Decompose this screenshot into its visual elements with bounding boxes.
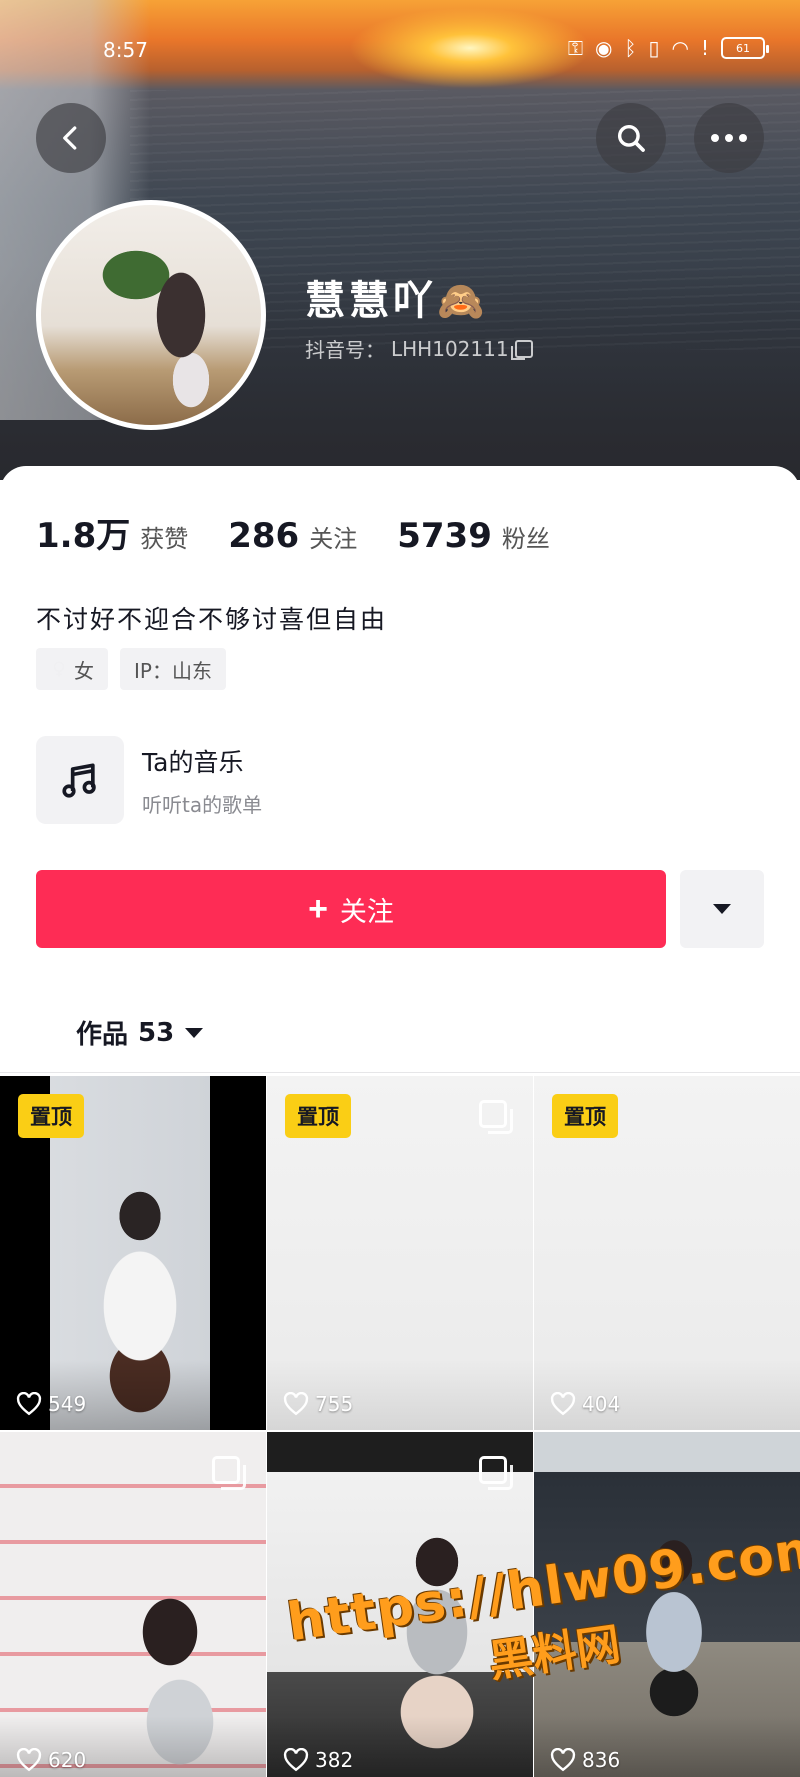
like-count-value: 836 [582,1748,621,1772]
heart-icon [283,1748,309,1772]
like-count: 836 [550,1748,620,1772]
status-time: 8:57 [103,38,148,62]
pinned-badge: 置顶 [285,1094,351,1138]
status-icons: ⚿ ◉ ᛒ ▯ ◠ ! 61 [567,36,769,60]
stat-following[interactable]: 286 关注 [228,516,357,556]
stat-likes[interactable]: 1.8万 获赞 [36,508,188,557]
multi-image-icon [479,1456,513,1490]
follow-button[interactable]: + 关注 [36,870,666,948]
battery-icon: 61 [721,37,769,59]
like-count: 382 [283,1748,353,1772]
caret-down-icon [185,1027,204,1038]
like-count-value: 382 [315,1748,354,1772]
ip-tag: IP：山东 [120,648,226,690]
douyin-id-value: LHH102111 [391,336,509,361]
stat-followers[interactable]: 5739 粉丝 [397,516,550,556]
status-bar: 8:57 ⚿ ◉ ᛒ ▯ ◠ ! 61 [0,30,800,70]
douyin-id: 抖音号： LHH102111 [305,334,533,363]
heart-icon [550,1748,576,1772]
profile-header: 8:57 ⚿ ◉ ᛒ ▯ ◠ ! 61 慧慧吖🙈 抖音号： LHH102111 [0,0,800,480]
heart-icon [16,1748,42,1772]
chevron-left-icon [63,126,77,150]
gender-tag-label: 女 [74,658,94,683]
music-box [36,736,124,824]
vibrate-icon: ▯ [648,36,660,60]
stat-followers-label: 粉丝 [501,525,550,553]
eye-icon: ◉ [595,36,613,60]
avatar[interactable] [36,200,266,430]
heart-icon [16,1392,42,1416]
gender-tag: 女 [36,648,108,690]
pinned-badge: 置顶 [552,1094,618,1138]
music-entry[interactable]: Ta的音乐 听听ta的歌单 [36,736,262,824]
nickname-text: 慧慧吖 [305,278,437,324]
like-count: 620 [16,1748,86,1772]
alert-icon: ! [700,36,709,60]
divider [0,1072,800,1073]
key-icon: ⚿ [567,36,584,60]
multi-image-icon [212,1456,246,1490]
tab-works[interactable]: 作品 53 [76,1014,204,1051]
back-button[interactable] [36,103,106,173]
more-horizontal-icon [711,134,747,142]
search-icon [617,124,645,152]
like-count-value: 404 [582,1392,621,1416]
tab-works-label: 作品 [76,1020,129,1050]
heart-icon [550,1392,576,1416]
multi-image-icon [479,1100,513,1134]
ip-tag-label: IP：山东 [134,658,212,683]
search-button[interactable] [596,103,666,173]
more-button[interactable] [694,103,764,173]
video-tile[interactable]: 置顶 755 [267,1076,533,1430]
bio-text: 不讨好不迎合不够讨喜但自由 [36,605,388,634]
like-count-value: 620 [48,1748,87,1772]
music-title: Ta的音乐 [142,747,244,777]
stat-following-value: 286 [228,516,300,556]
heart-icon [283,1392,309,1416]
wifi-icon: ◠ [671,36,689,60]
douyin-id-label: 抖音号： [305,338,385,362]
bluetooth-icon: ᛒ [624,36,637,60]
copy-icon[interactable] [510,339,533,360]
more-actions-dropdown-button[interactable] [680,870,764,948]
video-tile[interactable]: 620 [0,1432,266,1777]
like-count: 404 [550,1392,620,1416]
plus-icon: + [308,890,328,928]
music-text: Ta的音乐 听听ta的歌单 [142,743,262,818]
battery-level: 61 [736,41,750,55]
like-count-value: 755 [315,1392,354,1416]
music-note-icon [62,763,96,798]
stat-likes-value: 1.8万 [36,516,131,556]
profile-tags: 女 IP：山东 [36,648,226,690]
stat-likes-label: 获赞 [140,525,189,553]
nickname: 慧慧吖🙈 [305,268,488,326]
video-tile[interactable]: 置顶 404 [534,1076,800,1430]
like-count: 549 [16,1392,86,1416]
female-icon [53,661,65,677]
like-count: 755 [283,1392,353,1416]
like-count-value: 549 [48,1392,87,1416]
caret-down-icon [713,904,731,914]
stat-following-label: 关注 [309,525,358,553]
follow-button-label: 关注 [339,896,394,927]
video-tile[interactable]: 置顶 549 [0,1076,266,1430]
tab-works-count: 53 [138,1017,175,1048]
stat-followers-value: 5739 [397,516,492,556]
stats-row: 1.8万 获赞 286 关注 5739 粉丝 [36,508,590,557]
pinned-badge: 置顶 [18,1094,84,1138]
monkey-emoji-icon: 🙈 [437,279,489,323]
music-subtitle: 听听ta的歌单 [142,792,263,817]
